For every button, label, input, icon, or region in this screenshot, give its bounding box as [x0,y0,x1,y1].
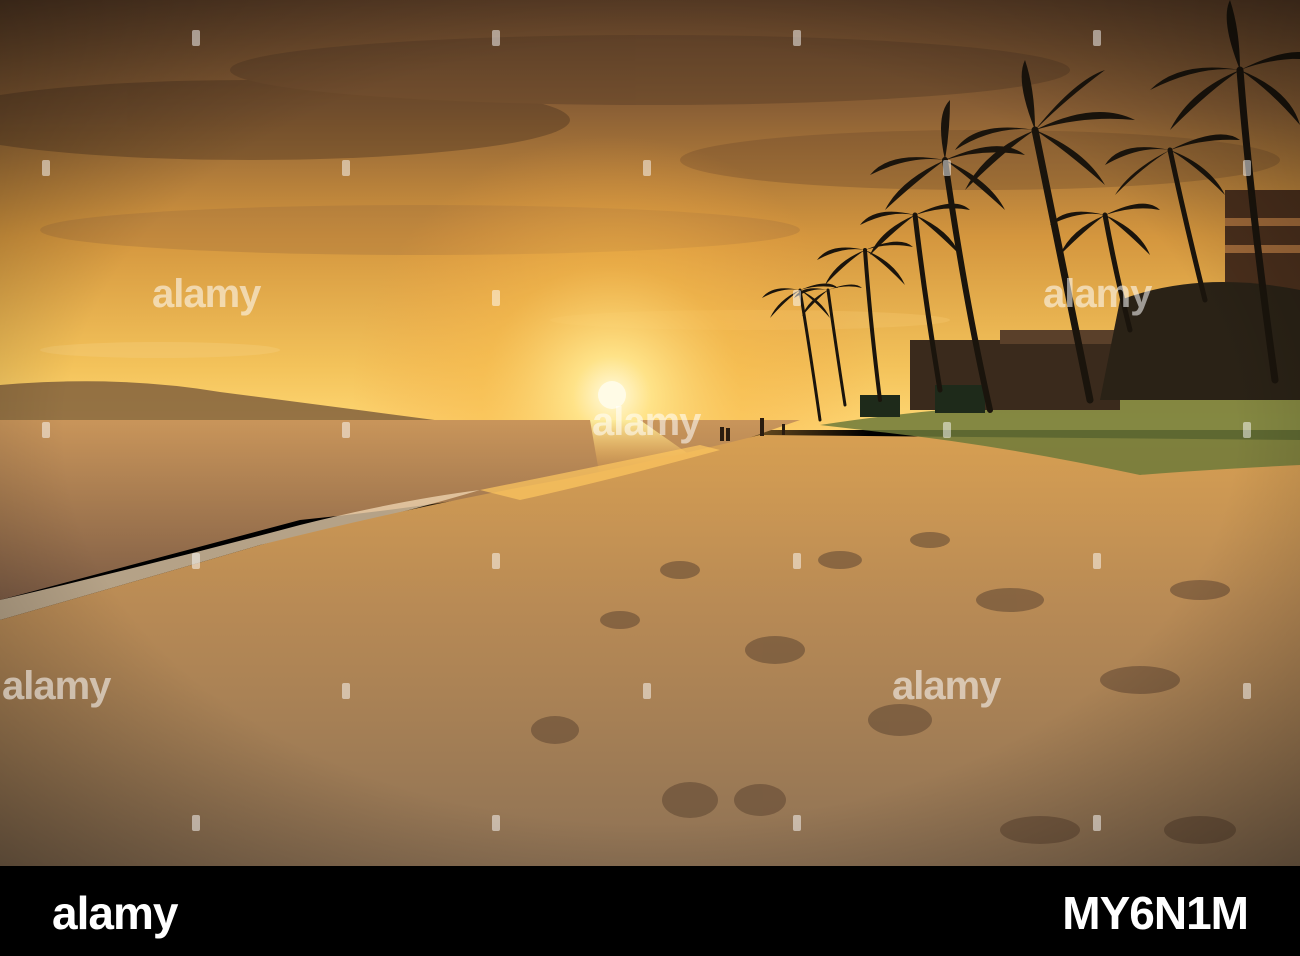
watermark-mark [492,290,500,306]
watermark-mark [192,553,200,569]
watermark-mark [192,815,200,831]
watermark-text: alamy [892,664,1001,708]
beach-sunset-photo: alamy alamy alamy alamy alamy [0,0,1300,866]
watermark-mark [793,553,801,569]
watermark-mark [793,290,801,306]
watermark-mark [342,160,350,176]
watermark-text: alamy [592,400,701,444]
watermark-text: alamy [2,664,111,708]
watermark-mark [1093,815,1101,831]
watermark-mark [943,160,951,176]
watermark-mark [492,30,500,46]
watermark-mark [1243,683,1251,699]
watermark-mark [42,160,50,176]
watermark-mark [643,160,651,176]
watermark-mark [1243,160,1251,176]
page: alamy alamy alamy alamy alamy alamy MY6N… [0,0,1300,956]
watermark-mark [492,553,500,569]
watermark-mark [1093,30,1101,46]
watermark-mark [492,815,500,831]
image-id: MY6N1M [1062,887,1249,939]
watermark-mark [1243,422,1251,438]
watermark-mark [342,683,350,699]
watermark-mark [943,422,951,438]
watermark-mark [1093,553,1101,569]
alamy-logo: alamy [52,887,178,939]
watermark-mark [793,30,801,46]
watermark-text: alamy [152,272,261,316]
watermark-text: alamy [1043,272,1152,316]
footer-bar: alamy MY6N1M [0,866,1300,956]
watermark-mark [793,815,801,831]
watermark-mark [192,30,200,46]
watermark-mark [42,422,50,438]
watermark-mark [643,683,651,699]
watermark-mark [342,422,350,438]
